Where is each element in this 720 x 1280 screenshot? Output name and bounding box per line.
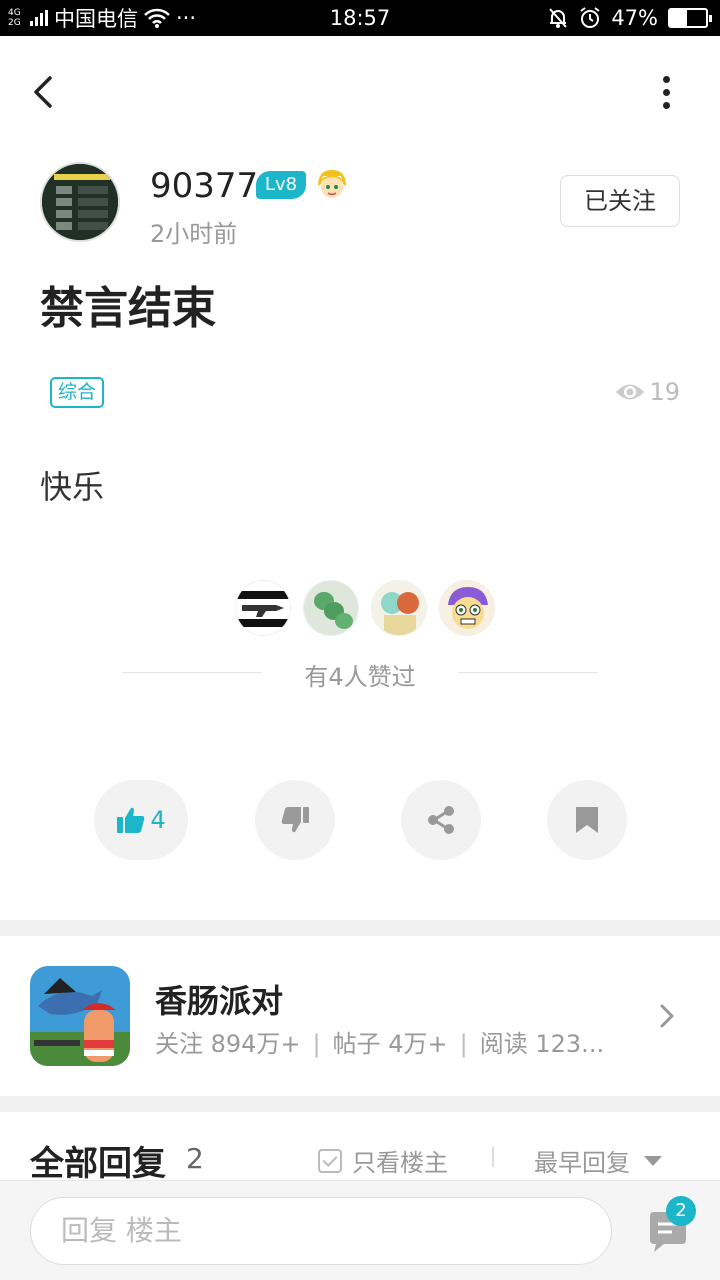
replies-title: 全部回复: [30, 1144, 166, 1184]
sausage-party-app-icon: [30, 966, 130, 1066]
cartoon-avatar-icon: [440, 581, 494, 635]
game-posts: 帖子 4万+: [332, 1030, 448, 1058]
back-button[interactable]: [24, 68, 68, 116]
game-stats: 关注 894万+ | 帖子 4万+ | 阅读 123...: [155, 1030, 605, 1058]
character-badge-icon: [318, 170, 346, 198]
bookmark-button[interactable]: [547, 780, 627, 860]
game-reads: 阅读 123...: [479, 1030, 605, 1058]
only-op-label: 只看楼主: [352, 1149, 448, 1177]
post-body: 快乐: [40, 468, 105, 506]
liker-avatar[interactable]: [235, 580, 291, 636]
liker-avatar[interactable]: [439, 580, 495, 636]
caret-down-icon: [644, 1155, 662, 1166]
category-tag[interactable]: 综合: [50, 377, 105, 408]
likers-avatars[interactable]: [235, 580, 495, 636]
dislike-button[interactable]: [255, 780, 335, 860]
section-divider: [0, 920, 720, 936]
share-icon: [428, 806, 454, 834]
like-button[interactable]: 4: [94, 780, 188, 860]
post-time: 2小时前: [150, 220, 238, 248]
rifle-avatar-icon: [236, 581, 290, 635]
level-badge: Lv8: [256, 171, 306, 199]
liker-avatar[interactable]: [371, 580, 427, 636]
follow-button[interactable]: 已关注: [560, 175, 680, 227]
mute-bell-icon: [549, 8, 568, 28]
view-count-value: 19: [649, 378, 680, 406]
thumbs-up-icon: [117, 807, 145, 833]
comment-count-badge: 2: [666, 1196, 696, 1226]
likers-summary: 有4人赞过: [304, 663, 416, 691]
avatar-image-icon: [42, 164, 118, 240]
sort-dropdown[interactable]: 最早回复: [534, 1143, 662, 1178]
anime-pair-avatar-icon: [372, 581, 426, 635]
reply-input[interactable]: 回复 楼主: [30, 1197, 612, 1265]
alarm-icon: [580, 7, 600, 28]
thumbs-down-icon: [281, 807, 309, 833]
game-name[interactable]: 香肠派对: [155, 976, 283, 1022]
author-avatar[interactable]: [40, 162, 120, 242]
share-button[interactable]: [401, 780, 481, 860]
liker-avatar[interactable]: [303, 580, 359, 636]
chevron-left-icon: [34, 76, 52, 108]
battery-percent: 47%: [611, 6, 658, 30]
status-bar: 4G 2G 中国电信 ··· 18:57 47%: [0, 0, 720, 36]
bookmark-icon: [576, 807, 598, 833]
checkbox-icon[interactable]: [318, 1148, 342, 1173]
chevron-right-icon[interactable]: [655, 998, 679, 1034]
jade-avatar-icon: [304, 581, 358, 635]
section-divider: [0, 1096, 720, 1112]
battery-icon: [668, 8, 712, 28]
view-count: 19: [615, 378, 680, 406]
more-options-button[interactable]: [650, 70, 682, 114]
game-followers: 关注 894万+: [155, 1030, 301, 1058]
author-name[interactable]: 90377: [150, 166, 258, 206]
game-icon[interactable]: [30, 966, 130, 1066]
sort-label: 最早回复: [534, 1149, 630, 1177]
replies-count: 2: [186, 1142, 204, 1175]
header-separator: [492, 1147, 494, 1167]
only-op-toggle[interactable]: 只看楼主: [318, 1143, 448, 1178]
eye-icon: [616, 384, 645, 400]
post-title: 禁言结束: [40, 283, 216, 334]
like-count: 4: [150, 806, 166, 834]
